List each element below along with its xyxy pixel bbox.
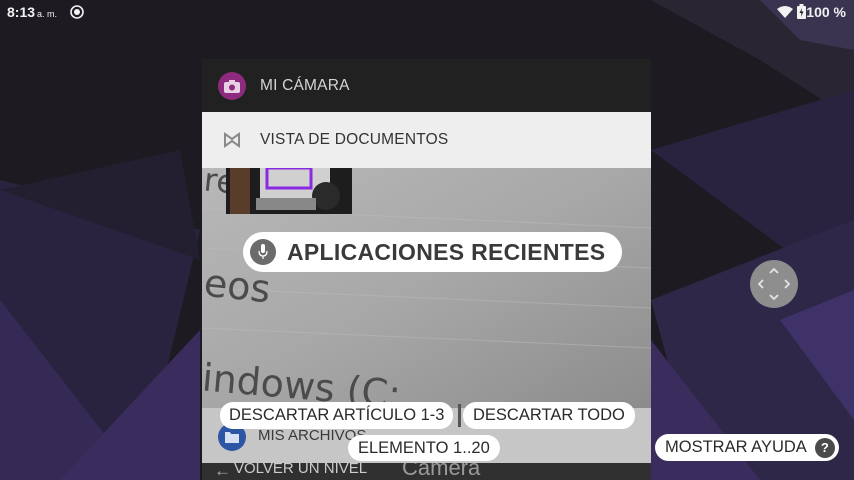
camera-thumbnail [226,168,352,214]
bottom-card-title: Camera [402,463,481,480]
documents-icon [218,126,246,154]
back-arrow-icon: ← [214,463,231,480]
microphone-icon [250,239,276,265]
time-text: 8:13 [7,4,36,20]
directional-arrows-icon [757,267,791,301]
time-ampm: a. m. [37,9,58,19]
help-icon: ? [814,437,835,458]
status-bar: 8:13 a. m. 100 % [0,0,854,24]
dismiss-all-label: DESCARTAR TODO [473,406,625,424]
camera-card-title: MI CÁMARA [260,76,350,94]
element-range-label: ELEMENTO 1..20 [358,438,490,457]
battery-icon [797,4,806,19]
dismiss-all-button[interactable]: DESCARTAR TODO [463,402,635,429]
recent-apps-title: APLICACIONES RECIENTES [287,238,606,265]
battery-percent: 100 % [806,4,846,20]
help-glyph: ? [820,440,829,455]
element-range-badge[interactable]: ELEMENTO 1..20 [348,435,500,461]
pill-divider [458,404,461,427]
show-help-button[interactable]: MOSTRAR AYUDA ? [655,434,839,461]
recent-app-documents[interactable]: VISTA DE DOCUMENTOS [202,112,651,168]
wifi-icon [777,6,793,18]
sync-icon [70,5,84,19]
dismiss-item-button[interactable]: DESCARTAR ARTÍCULO 1-3 [220,402,454,429]
recent-app-camera[interactable]: MI CÁMARA [202,59,651,112]
dismiss-item-label: DESCARTAR ARTÍCULO 1-3 [229,406,445,424]
back-level-label[interactable]: VOLVER UN NIVEL [234,463,367,477]
recent-app-bottom[interactable]: ← VOLVER UN NIVEL Camera [202,463,651,480]
show-help-label: MOSTRAR AYUDA [665,438,807,456]
recent-apps-title-pill: APLICACIONES RECIENTES [243,232,623,272]
documents-card-title: VISTA DE DOCUMENTOS [260,131,449,148]
camera-icon [218,71,246,100]
status-time: 8:13 a. m. [7,4,57,20]
navigation-joystick[interactable] [750,260,798,308]
